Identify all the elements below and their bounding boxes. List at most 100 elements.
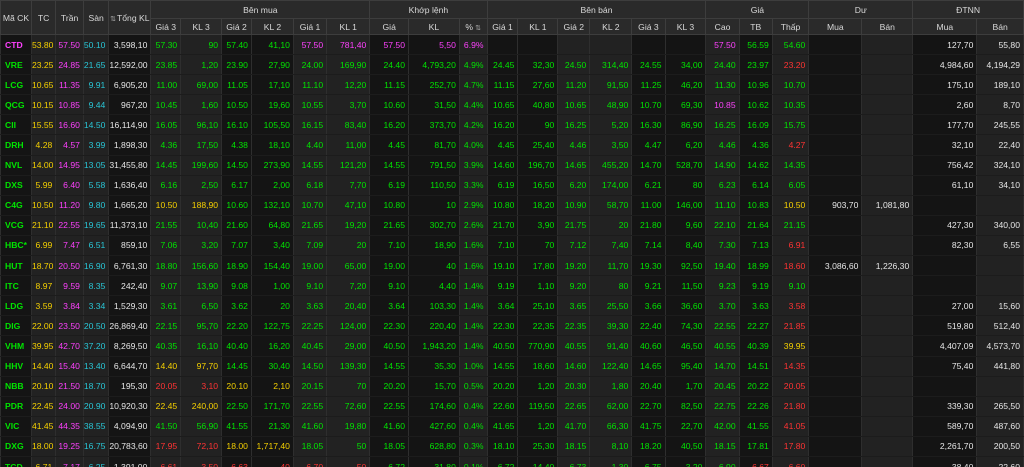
cell-avg: 20.22 — [738, 375, 773, 397]
stock-symbol[interactable]: ITC — [0, 275, 32, 297]
cell-avg: 23.97 — [738, 54, 773, 76]
header-buy-3[interactable]: KL 2 — [250, 18, 294, 35]
table-row[interactable]: C4G 10.50 11.20 9.80 1,665,20 10.50 188,90 10.6… — [0, 194, 1024, 216]
header-foreign-0[interactable]: Mua — [912, 18, 978, 35]
table-row[interactable]: QCG 10.15 10.85 9.44 967,20 10.45 1,60 10.50 19,… — [0, 94, 1024, 116]
stock-symbol[interactable]: TCD — [0, 455, 32, 467]
cell-b3: 9.07 — [150, 275, 182, 297]
header-buy-1[interactable]: KL 3 — [180, 18, 223, 35]
header-symbol[interactable]: Mã CK — [0, 0, 32, 35]
cell-hi: 42.00 — [705, 415, 740, 437]
cell-ak3: 82,50 — [664, 395, 707, 417]
table-row[interactable]: VRE 23.25 24.85 21.65 12,592,00 23.85 1,20 23.9… — [0, 54, 1024, 76]
cell-ak1: 1,10 — [517, 275, 559, 297]
stock-symbol[interactable]: HUT — [0, 255, 32, 277]
header-ref[interactable]: TC — [30, 0, 57, 35]
header-sell-1[interactable]: KL 1 — [517, 18, 559, 35]
cell-b1: 14.50 — [292, 355, 328, 377]
cell-ak2: 3,50 — [589, 134, 633, 156]
header-price-0[interactable]: Cao — [705, 18, 740, 35]
table-row[interactable]: VIC 41.45 44.35 38.55 4,094,90 41.50 56,90 41.5… — [0, 415, 1024, 437]
table-row[interactable]: VCG 21.10 22.55 19.65 11,373,10 21.55 10,40 21.… — [0, 214, 1024, 236]
stock-symbol[interactable]: NBB — [0, 375, 32, 397]
table-row[interactable]: CII 15.55 16.60 14.50 16,114,90 16.05 96,10 16.… — [0, 114, 1024, 136]
sort-arrows-icon[interactable]: ⇅ — [475, 25, 481, 32]
cell-a2: 22.65 — [557, 395, 591, 417]
table-row[interactable]: HUT 18.70 20.50 16.90 6,761,30 18.80 156,60 18.… — [0, 255, 1024, 277]
stock-symbol[interactable]: LCG — [0, 74, 32, 96]
stock-symbol[interactable]: PDR — [0, 395, 32, 417]
table-row[interactable]: NVL 14.00 14.95 13.05 31,455,80 14.45 199,60 14… — [0, 154, 1024, 176]
header-match-2[interactable]: % ⇅ — [458, 18, 488, 35]
stock-symbol[interactable]: HBC* — [0, 234, 32, 257]
stock-symbol[interactable]: C4G — [0, 194, 32, 216]
cell-fs: 200,50 — [976, 435, 1024, 457]
table-row[interactable]: DXG 18.00 19.25 16.75 20,783,60 17.95 72,10 18.… — [0, 435, 1024, 457]
table-row[interactable]: VHM 39.95 42.70 37.20 8,269,50 40.35 16,10 40.4… — [0, 335, 1024, 357]
header-sell-2[interactable]: Giá 2 — [557, 18, 591, 35]
stock-symbol[interactable]: CII — [0, 114, 32, 136]
header-buy-4[interactable]: Giá 1 — [292, 18, 328, 35]
cell-ak1: 25,40 — [517, 134, 559, 156]
stock-symbol[interactable]: DIG — [0, 315, 32, 337]
header-buy-2[interactable]: Giá 2 — [221, 18, 252, 35]
cell-mp: 18.05 — [369, 435, 409, 457]
table-row[interactable]: LDG 3.59 3.84 3.34 1,529,30 3.61 6,50 3.62 20 3.6… — [0, 295, 1024, 317]
table-row[interactable]: ITC 8.97 9.59 8.35 242,40 9.07 13,90 9.08 1,00 9.… — [0, 275, 1024, 297]
stock-symbol[interactable]: QCG — [0, 94, 32, 116]
cell-rs — [861, 74, 914, 96]
header-sell-0[interactable]: Giá 1 — [486, 18, 519, 35]
cell-bk3: 240,00 — [180, 395, 223, 417]
cell-hi: 22.55 — [705, 315, 740, 337]
table-row[interactable]: NBB 20.10 21.50 18.70 195,30 20.05 3,10 20.10 2,… — [0, 375, 1024, 397]
header-rest-label: Bán — [879, 21, 895, 32]
header-price-2[interactable]: Thấp — [771, 18, 810, 35]
header-rest-0[interactable]: Mua — [808, 18, 863, 35]
header-ceil[interactable]: Trần — [55, 0, 84, 35]
table-row[interactable]: DIG 22.00 23.50 20.50 26,869,40 22.15 95,70 22.… — [0, 315, 1024, 337]
stock-symbol[interactable]: DRH — [0, 134, 32, 156]
cell-a2: 9.20 — [557, 275, 591, 297]
stock-symbol[interactable]: DXG — [0, 435, 32, 457]
header-match-0[interactable]: Giá — [369, 18, 409, 35]
table-row[interactable]: HHV 14.40 15.40 13.40 6,644,70 14.40 97,70 14.4… — [0, 355, 1024, 377]
table-row[interactable]: HBC* 6.99 7.47 6.51 859,10 7.06 3,20 7.07 3,40 7.… — [0, 234, 1024, 257]
table-row[interactable]: CTD 53.80 57.50 50.10 3,598,10 57.30 90 57.40 41… — [0, 33, 1024, 56]
stock-symbol[interactable]: VHM — [0, 335, 32, 357]
header-buy-0[interactable]: Giá 3 — [150, 18, 182, 35]
cell-ak1: 27,60 — [517, 74, 559, 96]
header-sell-3[interactable]: KL 2 — [589, 18, 633, 35]
cell-tr: 22.55 — [55, 214, 84, 236]
cell-lo: 10.50 — [771, 194, 810, 216]
cell-b1: 6.70 — [292, 455, 328, 467]
table-row[interactable]: TCD 6.71 7.17 6.25 1,391,00 6.61 3,50 6.63 40 6.7… — [0, 455, 1024, 467]
table-row[interactable]: PDR 22.45 24.00 20.90 10,920,30 22.45 240,00 22… — [0, 395, 1024, 417]
header-buy-5[interactable]: KL 1 — [326, 18, 371, 35]
cell-ak1: 90 — [517, 114, 559, 136]
cell-avg: 16.09 — [738, 114, 773, 136]
header-price-1[interactable]: TB — [738, 18, 773, 35]
header-floor[interactable]: Sàn — [82, 0, 110, 35]
stock-symbol[interactable]: HHV — [0, 355, 32, 377]
table-row[interactable]: LCG 10.65 11.35 9.91 6,905,20 11.00 69,00 11.05… — [0, 74, 1024, 96]
cell-bk3: 13,90 — [180, 275, 223, 297]
header-total-volume[interactable]: ⇅Tổng KL — [108, 0, 152, 35]
table-row[interactable]: DXS 5.99 6.40 5.58 1,636,40 6.16 2,50 6.17 2,00 6… — [0, 174, 1024, 196]
cell-ak2: 8,10 — [589, 435, 633, 457]
stock-symbol[interactable]: VIC — [0, 415, 32, 437]
stock-symbol[interactable]: CTD — [0, 33, 32, 56]
header-match-1[interactable]: KL — [408, 18, 460, 35]
header-rest-1[interactable]: Bán — [861, 18, 914, 35]
header-foreign-1[interactable]: Bán — [976, 18, 1024, 35]
stock-symbol[interactable]: LDG — [0, 295, 32, 317]
cell-fs: 441,80 — [976, 355, 1024, 377]
stock-symbol[interactable]: VCG — [0, 214, 32, 236]
stock-symbol[interactable]: NVL — [0, 154, 32, 176]
header-sell-4[interactable]: Giá 3 — [631, 18, 666, 35]
table-row[interactable]: DRH 4.28 4.57 3.99 1,898,30 4.36 17,50 4.38 18,1… — [0, 134, 1024, 156]
cell-b2: 57.40 — [221, 33, 252, 56]
header-sell-5[interactable]: KL 3 — [664, 18, 707, 35]
stock-symbol[interactable]: VRE — [0, 54, 32, 76]
stock-symbol[interactable]: DXS — [0, 174, 32, 196]
sort-arrows-icon[interactable]: ⇅ — [110, 16, 116, 23]
